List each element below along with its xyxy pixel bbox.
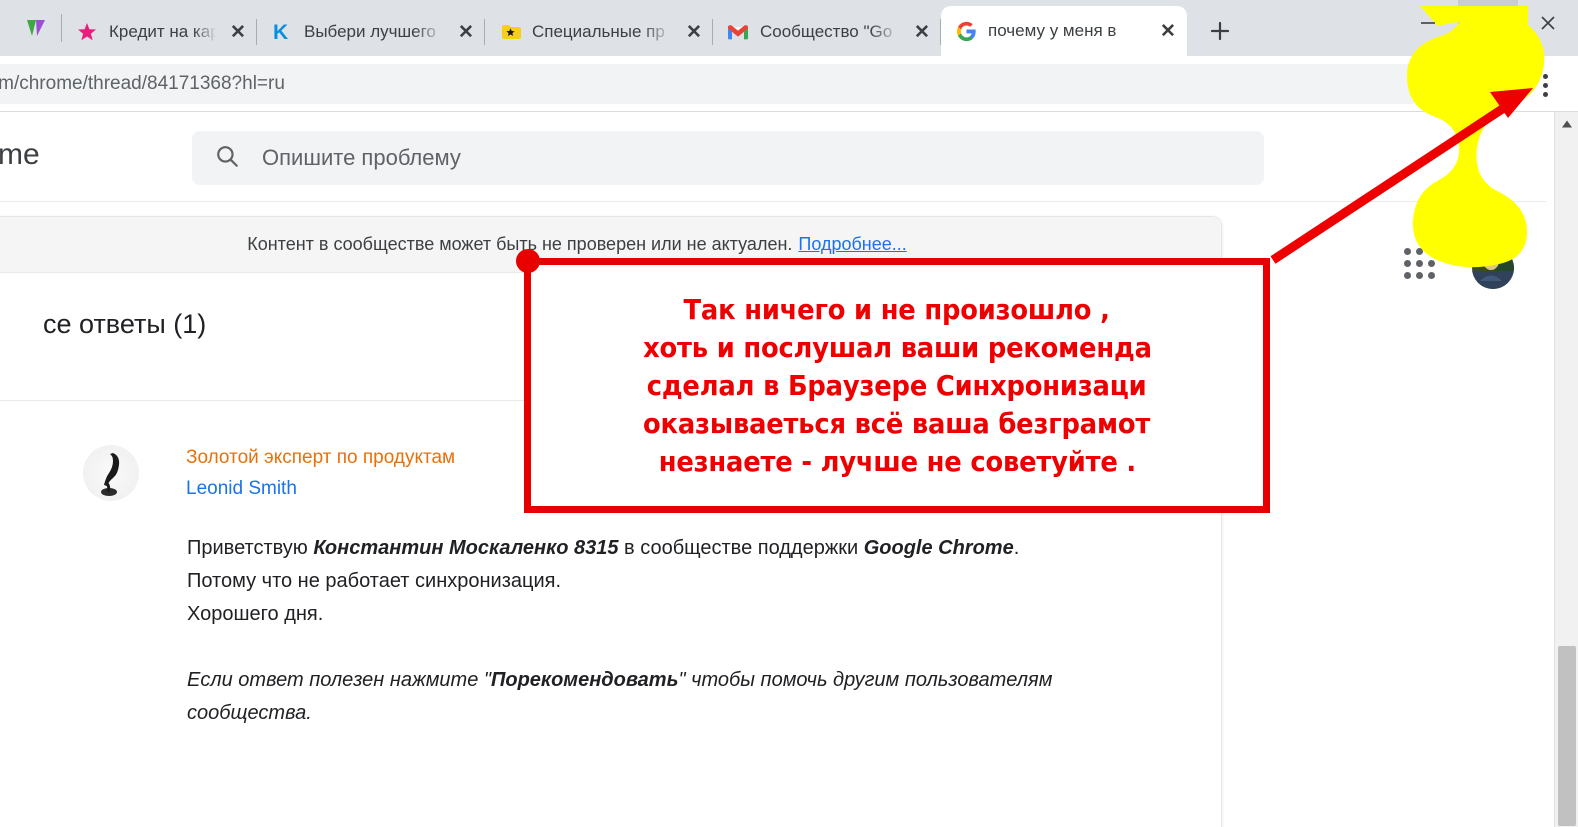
bookmark-star-icon[interactable]: [1422, 70, 1448, 96]
chevron-up-icon: [1562, 120, 1572, 128]
grid-dot: [1416, 248, 1423, 255]
grid-dot: [1416, 260, 1423, 267]
minimize-window-button[interactable]: [1398, 0, 1458, 46]
address-bar-url: le.com/chrome/thread/84171368?hl=ru: [0, 73, 285, 94]
google-account-avatar[interactable]: [1472, 247, 1514, 289]
plus-icon: [1210, 21, 1230, 41]
tab-title: Выбери лучшего: [304, 22, 436, 41]
menu-dot: [1111, 450, 1115, 454]
product-name: Google Chrome: [863, 537, 1014, 559]
close-icon: [1541, 16, 1555, 30]
tab-title: почему у меня в: [988, 21, 1117, 40]
blue-k-icon: K: [271, 21, 293, 43]
address-bar[interactable]: le.com/chrome/thread/84171368?hl=ru: [0, 64, 1430, 104]
answer-body-spacer: [187, 631, 1147, 664]
grid-dot: [1428, 272, 1435, 279]
restore-icon: [1480, 15, 1495, 30]
scrollbar-thumb[interactable]: [1558, 646, 1576, 826]
greeting-middle: в сообществе поддержки: [618, 537, 864, 559]
window-controls: [1398, 0, 1578, 46]
grid-dot: [1404, 248, 1411, 255]
google-apps-grid-icon[interactable]: [1404, 248, 1435, 279]
browser-tab-3[interactable]: Специальные пр ✕: [485, 8, 713, 56]
page-content-viewport: e Chrome Опишите проблему: [0, 112, 1578, 827]
note-prefix: Если ответ полезен нажмите ": [187, 669, 491, 691]
scrollbar-up-arrow-button[interactable]: [1555, 112, 1578, 136]
answer-expert-badge: Золотой эксперт по продуктам: [186, 447, 456, 468]
google-g-icon: [955, 20, 977, 42]
tab-title: Кредит на карту:: [109, 22, 217, 41]
browser-tab-5-active[interactable]: почему у меня в ✕: [941, 6, 1187, 56]
grid-dot: [1416, 272, 1423, 279]
restore-window-button[interactable]: [1458, 0, 1518, 46]
tab-title: Сообщество "Go: [760, 22, 893, 41]
menu-dot: [1542, 82, 1548, 88]
tab-close-button[interactable]: ✕: [451, 17, 481, 47]
menu-dot: [1111, 457, 1115, 461]
grid-dot: [1404, 260, 1411, 267]
browser-toolbar: le.com/chrome/thread/84171368?hl=ru: [0, 56, 1578, 112]
tab-close-button[interactable]: ✕: [907, 17, 937, 47]
answer-recommend-note: Если ответ полезен нажмите "Порекомендов…: [187, 664, 1147, 730]
grid-dot: [1428, 248, 1435, 255]
minimize-icon: [1421, 22, 1435, 24]
chrome-three-dot-menu-button[interactable]: [1526, 66, 1564, 104]
tab-close-button[interactable]: ✕: [1153, 16, 1183, 46]
browser-tab-4[interactable]: Сообщество "Go ✕: [713, 8, 941, 56]
new-tab-button[interactable]: [1199, 10, 1241, 52]
community-notice-learn-more-link[interactable]: Подробнее...: [798, 234, 906, 255]
svg-text:K: K: [273, 21, 288, 43]
pink-star-icon: [76, 21, 98, 43]
answer-section-divider: [0, 400, 1221, 401]
answer-author-avatar[interactable]: [83, 445, 139, 501]
close-window-button[interactable]: [1518, 0, 1578, 46]
answer-body-text: Приветствую Константин Москаленко 8315 в…: [187, 532, 1147, 730]
community-notice-text: Контент в сообществе может быть не прове…: [247, 234, 793, 254]
vivaldi-logo-icon: [27, 20, 45, 36]
answer-three-dot-menu-button[interactable]: [1101, 445, 1125, 473]
thread-content-card: Контент в сообществе может быть не прове…: [0, 216, 1222, 827]
vivaldi-app-button[interactable]: [10, 0, 62, 56]
menu-dot: [1542, 73, 1548, 79]
tab-title: Специальные пр: [532, 22, 665, 41]
note-bold-label: Порекомендовать: [490, 669, 679, 691]
tab-strip-left-padding: [0, 0, 10, 56]
community-notice-banner: Контент в сообществе может быть не прове…: [0, 217, 1221, 273]
tab-strip: Кредит на карту: ✕ K Выбери лучшего ✕ Сп…: [0, 0, 1578, 56]
menu-dot: [1111, 464, 1115, 468]
chrome-browser-window: Кредит на карту: ✕ K Выбери лучшего ✕ Сп…: [0, 0, 1578, 827]
tab-close-button[interactable]: ✕: [223, 17, 253, 47]
all-answers-heading: се ответы (1): [43, 309, 207, 339]
gmail-m-icon: [727, 21, 749, 43]
google-help-header: e Chrome Опишите проблему: [0, 112, 1546, 202]
greeting-suffix: .: [1013, 537, 1020, 559]
asker-name: Константин Москаленко 8315: [313, 537, 619, 559]
help-search-input[interactable]: Опишите проблему: [192, 131, 1264, 185]
greeting-prefix: Приветствую: [187, 537, 314, 559]
search-icon: [214, 143, 240, 174]
answer-body-line-2: Потому что не работает синхронизация.: [187, 570, 562, 592]
answer-author-name[interactable]: Leonid Smith: [186, 478, 297, 500]
grid-dot: [1428, 260, 1435, 267]
browser-tab-1[interactable]: Кредит на карту: ✕: [62, 8, 257, 56]
menu-dot: [1542, 91, 1548, 97]
page-vertical-scrollbar[interactable]: [1554, 112, 1578, 827]
answer-timestamp: 2 ч: [1055, 450, 1077, 467]
chrome-profile-avatar[interactable]: [1478, 66, 1516, 104]
answer-body-line-1: Приветствую Константин Москаленко 8315 в…: [187, 532, 1147, 565]
grid-dot: [1404, 272, 1411, 279]
help-brand-title: e Chrome: [0, 138, 40, 171]
answer-body-line-3: Хорошего дня.: [187, 603, 324, 625]
tab-close-button[interactable]: ✕: [679, 17, 709, 47]
yellow-wallet-star-icon: [499, 21, 521, 43]
help-search-placeholder: Опишите проблему: [262, 145, 461, 170]
browser-tab-2[interactable]: K Выбери лучшего ✕: [257, 8, 485, 56]
